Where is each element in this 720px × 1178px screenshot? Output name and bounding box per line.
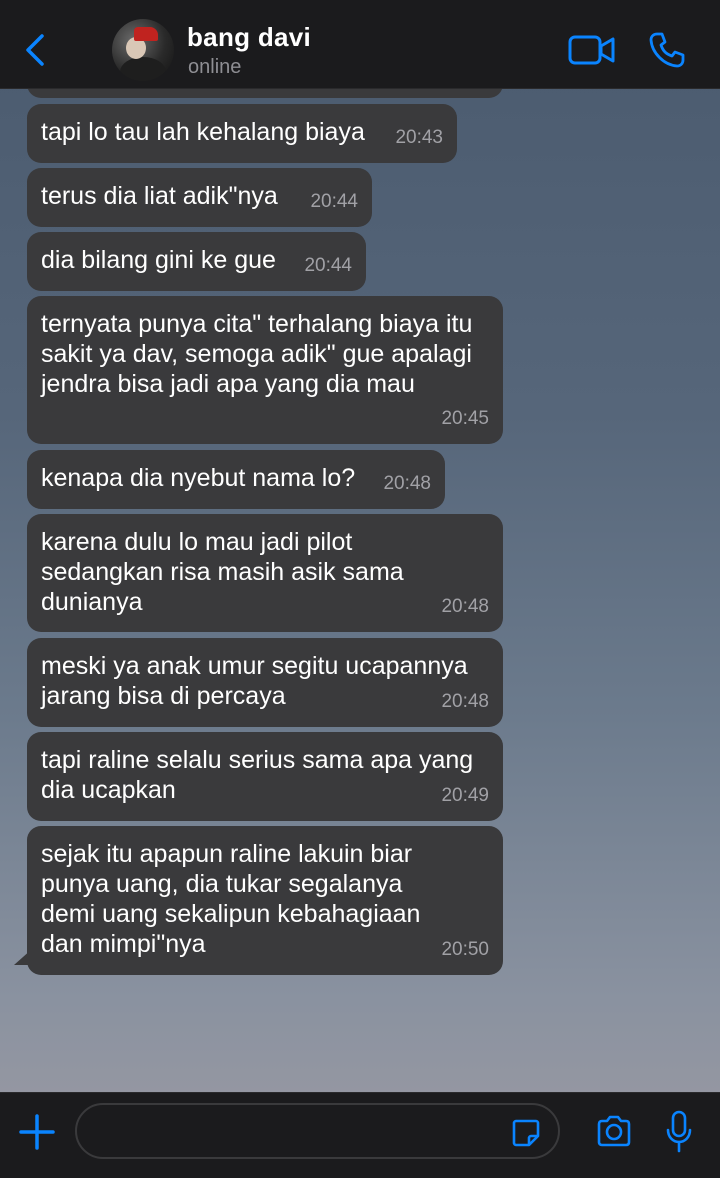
message-text: tapi lo tau lah kehalang biaya bbox=[41, 118, 365, 146]
microphone-icon[interactable] bbox=[666, 1110, 692, 1154]
message-text: tapi raline selalu serius sama apa yang … bbox=[41, 746, 474, 804]
message-time: 20:44 bbox=[304, 255, 352, 276]
message-bubble[interactable]: tapi raline selalu serius sama apa yang … bbox=[27, 732, 503, 821]
message-time: 20:49 bbox=[441, 785, 489, 806]
sticker-icon[interactable] bbox=[511, 1118, 541, 1148]
message-time: 20:48 bbox=[383, 473, 431, 494]
message-text: kenapa dia nyebut nama lo? bbox=[41, 464, 356, 492]
message-bubble[interactable]: kenapa dia nyebut nama lo? 20:48 bbox=[27, 450, 445, 509]
contact-name[interactable]: bang davi bbox=[187, 22, 311, 53]
message-text: meski ya anak umur segitu ucapannya jara… bbox=[41, 652, 468, 710]
message-time: 20:45 bbox=[441, 408, 489, 429]
previous-message-bubble[interactable] bbox=[27, 88, 503, 98]
message-bubble[interactable]: sejak itu apapun raline lakuin biar puny… bbox=[27, 826, 503, 975]
avatar-hat bbox=[134, 27, 158, 41]
message-bubble[interactable]: karena dulu lo mau jadi pilot sedangkan … bbox=[27, 514, 503, 632]
plus-icon[interactable] bbox=[18, 1113, 56, 1151]
avatar-figure bbox=[120, 57, 166, 81]
avatar[interactable] bbox=[112, 19, 174, 81]
message-text: sejak itu apapun raline lakuin biar puny… bbox=[41, 840, 421, 958]
message-bubble[interactable]: terus dia liat adik"nya 20:44 bbox=[27, 168, 372, 227]
phone-icon[interactable] bbox=[648, 31, 686, 69]
message-time: 20:50 bbox=[441, 939, 489, 960]
message-bubble[interactable]: meski ya anak umur segitu ucapannya jara… bbox=[27, 638, 503, 727]
message-bubble[interactable]: tapi lo tau lah kehalang biaya 20:43 bbox=[27, 104, 457, 163]
message-bubble[interactable]: ternyata punya cita" terhalang biaya itu… bbox=[27, 296, 503, 444]
chat-header: bang davi online bbox=[0, 0, 720, 89]
message-time: 20:44 bbox=[310, 191, 358, 212]
video-camera-icon[interactable] bbox=[568, 33, 616, 67]
message-text: karena dulu lo mau jadi pilot sedangkan … bbox=[41, 528, 404, 616]
message-time: 20:48 bbox=[441, 691, 489, 712]
message-time: 20:43 bbox=[395, 127, 443, 148]
chevron-left-icon[interactable] bbox=[22, 32, 50, 68]
message-input[interactable] bbox=[75, 1103, 560, 1159]
camera-icon[interactable] bbox=[596, 1115, 632, 1147]
message-text: ternyata punya cita" terhalang biaya itu… bbox=[41, 310, 473, 398]
composer-bar bbox=[0, 1092, 720, 1178]
message-bubble[interactable]: dia bilang gini ke gue 20:44 bbox=[27, 232, 366, 291]
message-list[interactable]: tapi lo tau lah kehalang biaya 20:43 ter… bbox=[0, 88, 720, 1092]
message-time: 20:48 bbox=[441, 596, 489, 617]
contact-status: online bbox=[188, 56, 242, 78]
